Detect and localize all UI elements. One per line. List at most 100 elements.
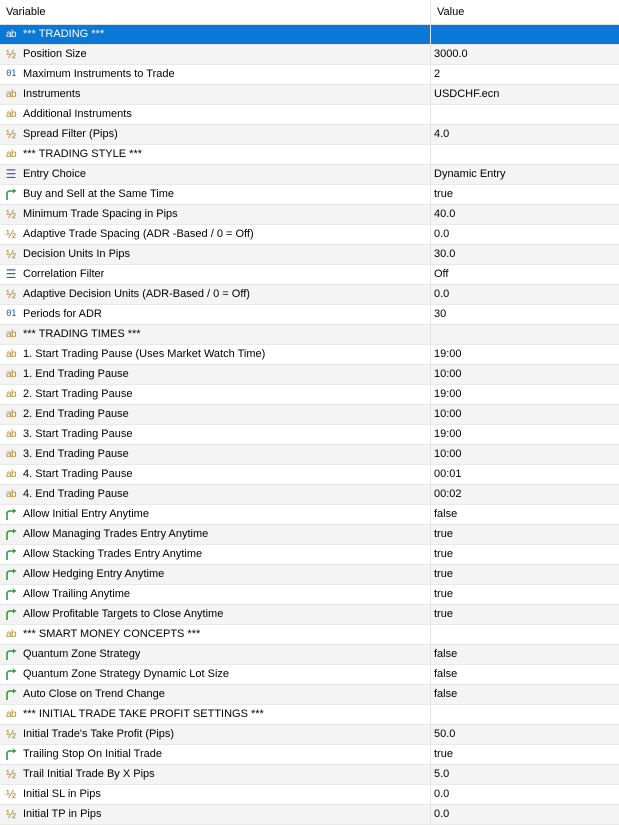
- value-cell[interactable]: false: [431, 645, 619, 664]
- table-row[interactable]: ab 4. End Trading Pause 00:02: [0, 485, 619, 505]
- value-cell[interactable]: 0.0: [431, 785, 619, 804]
- bool-arrow-icon: [4, 608, 18, 622]
- table-row[interactable]: ab 2. End Trading Pause 10:00: [0, 405, 619, 425]
- variable-cell: 01 Periods for ADR: [0, 305, 431, 324]
- value-cell[interactable]: true: [431, 185, 619, 204]
- table-row[interactable]: ½ Spread Filter (Pips) 4.0: [0, 125, 619, 145]
- table-row[interactable]: ½ Initial SL in Pips 0.0: [0, 785, 619, 805]
- half-double-icon: ½: [5, 787, 16, 801]
- variable-label: 4. Start Trading Pause: [23, 468, 133, 480]
- value-cell[interactable]: 10:00: [431, 405, 619, 424]
- value-cell[interactable]: true: [431, 545, 619, 564]
- value-cell[interactable]: [431, 145, 619, 164]
- value-cell[interactable]: [431, 625, 619, 644]
- table-row[interactable]: ab 1. Start Trading Pause (Uses Market Wa…: [0, 345, 619, 365]
- value-cell[interactable]: 10:00: [431, 445, 619, 464]
- value-cell[interactable]: USDCHF.ecn: [431, 85, 619, 104]
- value-cell[interactable]: 0.0: [431, 805, 619, 824]
- table-row[interactable]: Allow Trailing Anytime true: [0, 585, 619, 605]
- table-row[interactable]: ab *** SMART MONEY CONCEPTS ***: [0, 625, 619, 645]
- value-cell[interactable]: 40.0: [431, 205, 619, 224]
- variable-label: Decision Units In Pips: [23, 248, 130, 260]
- value-cell[interactable]: 2: [431, 65, 619, 84]
- variable-cell: ab 2. Start Trading Pause: [0, 385, 431, 404]
- variable-label: Quantum Zone Strategy: [23, 648, 141, 660]
- value-cell[interactable]: true: [431, 565, 619, 584]
- table-row[interactable]: Allow Initial Entry Anytime false: [0, 505, 619, 525]
- table-row[interactable]: ½ Adaptive Decision Units (ADR-Based / 0 …: [0, 285, 619, 305]
- table-row[interactable]: ½ Trail Initial Trade By X Pips 5.0: [0, 765, 619, 785]
- table-row[interactable]: Allow Managing Trades Entry Anytime true: [0, 525, 619, 545]
- value-cell[interactable]: 3000.0: [431, 45, 619, 64]
- column-header-variable[interactable]: Variable: [0, 0, 431, 24]
- table-row[interactable]: ½ Adaptive Trade Spacing (ADR -Based / 0 …: [0, 225, 619, 245]
- table-row[interactable]: ☰ Entry Choice Dynamic Entry: [0, 165, 619, 185]
- table-row[interactable]: ab *** TRADING TIMES ***: [0, 325, 619, 345]
- table-row[interactable]: Allow Stacking Trades Entry Anytime true: [0, 545, 619, 565]
- ab-string-icon: ab: [5, 409, 17, 420]
- variable-cell: ½ Adaptive Decision Units (ADR-Based / 0 …: [0, 285, 431, 304]
- ab-string-icon: ab: [5, 329, 17, 340]
- value-cell[interactable]: [431, 325, 619, 344]
- value-cell[interactable]: false: [431, 665, 619, 684]
- value-cell[interactable]: 0.0: [431, 225, 619, 244]
- column-header-value[interactable]: Value: [431, 0, 619, 24]
- table-row[interactable]: ab *** TRADING ***: [0, 25, 619, 45]
- table-row[interactable]: ab *** INITIAL TRADE TAKE PROFIT SETTINGS…: [0, 705, 619, 725]
- value-cell[interactable]: [431, 105, 619, 124]
- table-row[interactable]: Trailing Stop On Initial Trade true: [0, 745, 619, 765]
- table-row[interactable]: Quantum Zone Strategy Dynamic Lot Size fa…: [0, 665, 619, 685]
- table-header: Variable Value: [0, 0, 619, 25]
- value-cell[interactable]: false: [431, 685, 619, 704]
- table-row[interactable]: ½ Initial TP in Pips 0.0: [0, 805, 619, 825]
- table-row[interactable]: ab Instruments USDCHF.ecn: [0, 85, 619, 105]
- table-row[interactable]: ab *** TRADING STYLE ***: [0, 145, 619, 165]
- table-row[interactable]: Quantum Zone Strategy false: [0, 645, 619, 665]
- value-cell[interactable]: 19:00: [431, 345, 619, 364]
- value-cell[interactable]: true: [431, 585, 619, 604]
- table-row[interactable]: ab 3. End Trading Pause 10:00: [0, 445, 619, 465]
- table-row[interactable]: Allow Hedging Entry Anytime true: [0, 565, 619, 585]
- table-row[interactable]: Allow Profitable Targets to Close Anytim…: [0, 605, 619, 625]
- value-cell[interactable]: 30.0: [431, 245, 619, 264]
- variable-label: Position Size: [23, 48, 87, 60]
- table-row[interactable]: ab 3. Start Trading Pause 19:00: [0, 425, 619, 445]
- value-cell[interactable]: 50.0: [431, 725, 619, 744]
- table-row[interactable]: ab 2. Start Trading Pause 19:00: [0, 385, 619, 405]
- value-cell[interactable]: 30: [431, 305, 619, 324]
- value-cell[interactable]: 4.0: [431, 125, 619, 144]
- value-cell[interactable]: false: [431, 505, 619, 524]
- value-cell[interactable]: Dynamic Entry: [431, 165, 619, 184]
- variable-cell: ½ Position Size: [0, 45, 431, 64]
- value-cell[interactable]: 00:01: [431, 465, 619, 484]
- table-row[interactable]: Buy and Sell at the Same Time true: [0, 185, 619, 205]
- table-row[interactable]: ab Additional Instruments: [0, 105, 619, 125]
- variable-label: 1. Start Trading Pause (Uses Market Watc…: [23, 348, 266, 360]
- table-row[interactable]: ½ Decision Units In Pips 30.0: [0, 245, 619, 265]
- value-cell[interactable]: true: [431, 525, 619, 544]
- value-cell[interactable]: 19:00: [431, 385, 619, 404]
- value-cell[interactable]: 0.0: [431, 285, 619, 304]
- variable-cell: ½ Initial SL in Pips: [0, 785, 431, 804]
- value-cell[interactable]: 5.0: [431, 765, 619, 784]
- value-cell[interactable]: 10:00: [431, 365, 619, 384]
- value-cell[interactable]: [431, 25, 619, 44]
- value-cell[interactable]: [431, 705, 619, 724]
- table-row[interactable]: ½ Minimum Trade Spacing in Pips 40.0: [0, 205, 619, 225]
- table-row[interactable]: ab 1. End Trading Pause 10:00: [0, 365, 619, 385]
- table-row[interactable]: 01 Periods for ADR 30: [0, 305, 619, 325]
- table-row[interactable]: ½ Initial Trade's Take Profit (Pips) 50.0: [0, 725, 619, 745]
- variable-cell: ab *** TRADING STYLE ***: [0, 145, 431, 164]
- value-cell[interactable]: 19:00: [431, 425, 619, 444]
- table-row[interactable]: ☰ Correlation Filter Off: [0, 265, 619, 285]
- value-cell[interactable]: true: [431, 745, 619, 764]
- value-cell[interactable]: Off: [431, 265, 619, 284]
- table-row[interactable]: Auto Close on Trend Change false: [0, 685, 619, 705]
- value-cell[interactable]: 00:02: [431, 485, 619, 504]
- variable-label: Correlation Filter: [23, 268, 105, 280]
- table-row[interactable]: ab 4. Start Trading Pause 00:01: [0, 465, 619, 485]
- ab-string-icon: ab: [5, 489, 17, 500]
- table-row[interactable]: 01 Maximum Instruments to Trade 2: [0, 65, 619, 85]
- value-cell[interactable]: true: [431, 605, 619, 624]
- table-row[interactable]: ½ Position Size 3000.0: [0, 45, 619, 65]
